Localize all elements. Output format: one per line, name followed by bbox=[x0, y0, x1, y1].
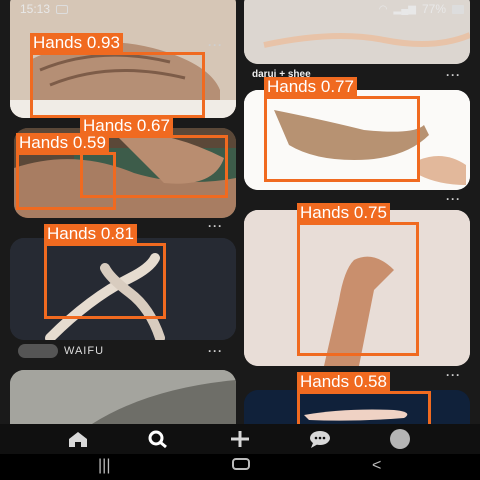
status-bar: 15:13 ◠ ▂▄▆ 77% bbox=[0, 0, 480, 20]
more-options-button[interactable]: ··· bbox=[208, 219, 223, 233]
recent-apps-icon[interactable]: ||| bbox=[98, 457, 110, 475]
bottom-tab-bar bbox=[0, 424, 480, 454]
wifi-icon: ◠ bbox=[378, 3, 388, 15]
more-options-button[interactable]: ··· bbox=[208, 344, 223, 358]
profile-name: WAIFU bbox=[64, 345, 105, 357]
pin-card-open-hand[interactable] bbox=[244, 390, 470, 424]
back-icon[interactable]: < bbox=[372, 457, 381, 475]
pin-feed: ··· ··· WAIFU ··· darui + shee ··· ··· ·… bbox=[0, 0, 480, 424]
more-options-button[interactable]: ··· bbox=[446, 192, 461, 206]
avatar bbox=[18, 344, 58, 358]
signal-icon: ▂▄▆ bbox=[393, 3, 416, 15]
more-options-button[interactable]: ··· bbox=[446, 368, 461, 382]
pin-card-reaching-hand[interactable] bbox=[244, 90, 470, 190]
pin-card-crossed-hands[interactable] bbox=[10, 238, 236, 340]
home-icon bbox=[69, 432, 87, 447]
chat-icon bbox=[310, 431, 330, 448]
battery-icon bbox=[452, 4, 464, 14]
pin-caption: darui + shee bbox=[252, 69, 311, 80]
clock: 15:13 bbox=[20, 2, 51, 16]
more-options-button[interactable]: ··· bbox=[208, 38, 223, 52]
tab-home[interactable] bbox=[58, 428, 98, 450]
wrinkled-hands-image bbox=[14, 128, 236, 218]
avatar-icon bbox=[390, 429, 410, 449]
profile-row[interactable]: WAIFU bbox=[18, 344, 104, 358]
tab-messages[interactable] bbox=[300, 428, 340, 450]
open-hand-image bbox=[244, 390, 470, 424]
arm-shadow-image bbox=[10, 370, 236, 424]
tab-create[interactable] bbox=[220, 428, 260, 450]
pin-card-arm-shadow[interactable] bbox=[10, 370, 236, 424]
detection-label: Hands 0.58 bbox=[297, 372, 390, 392]
pin-card-raised-hand[interactable] bbox=[244, 210, 470, 366]
tab-search[interactable] bbox=[138, 428, 178, 450]
home-button-icon[interactable] bbox=[232, 458, 250, 470]
pin-card-wrinkled-hands[interactable] bbox=[14, 128, 236, 218]
reaching-hand-image bbox=[244, 90, 470, 190]
image-notification-icon bbox=[56, 5, 68, 14]
more-options-button[interactable]: ··· bbox=[446, 68, 461, 82]
tab-profile[interactable] bbox=[380, 428, 420, 450]
plus-icon bbox=[231, 431, 249, 447]
search-icon bbox=[148, 430, 167, 449]
system-navigation-bar: ||| < bbox=[0, 454, 480, 480]
raised-hand-image bbox=[244, 210, 470, 366]
status-icons: ◠ ▂▄▆ 77% bbox=[379, 2, 464, 16]
crossed-hands-image bbox=[10, 238, 236, 340]
battery-percent: 77% bbox=[421, 2, 446, 16]
